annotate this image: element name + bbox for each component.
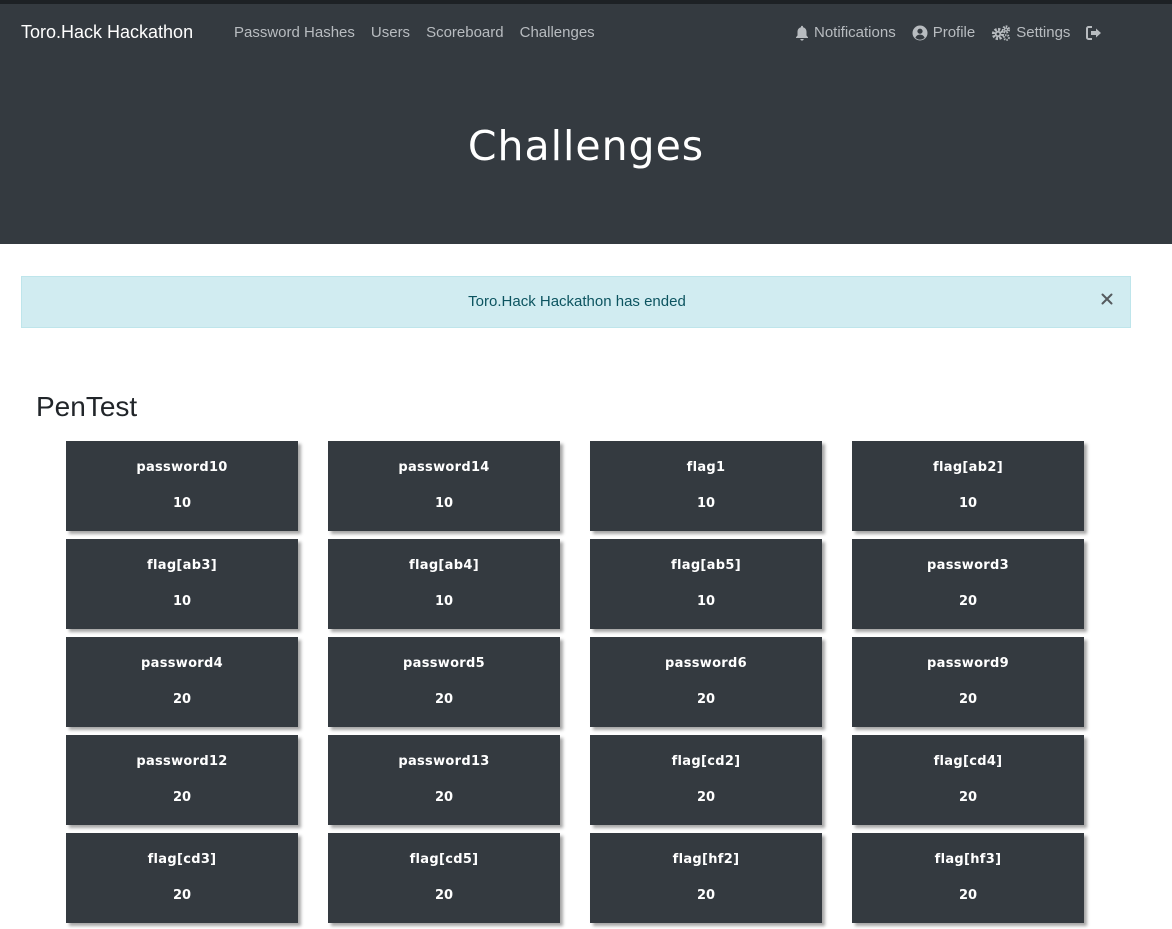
challenge-card[interactable]: flag[hf2] 20: [590, 833, 822, 923]
nav-link-notifications[interactable]: Notifications: [795, 24, 896, 41]
challenge-value: 20: [172, 790, 192, 805]
challenge-card[interactable]: flag[cd4] 20: [852, 735, 1084, 825]
challenge-value: 20: [172, 692, 192, 707]
nav-notifications-label: Notifications: [814, 24, 896, 41]
challenge-name: password3: [927, 558, 1009, 573]
challenge-card[interactable]: password9 20: [852, 637, 1084, 727]
challenge-value: 20: [172, 888, 192, 903]
navbar: Toro.Hack Hackathon Password Hashes User…: [0, 4, 1172, 244]
challenge-card[interactable]: flag[hf3] 20: [852, 833, 1084, 923]
alert-message: Toro.Hack Hackathon has ended: [468, 293, 686, 310]
challenge-card[interactable]: flag[cd3] 20: [66, 833, 298, 923]
challenge-name: password6: [665, 656, 747, 671]
challenge-value: 20: [434, 888, 454, 903]
challenge-card[interactable]: password12 20: [66, 735, 298, 825]
category-title: PenTest: [36, 391, 138, 422]
challenge-name: password14: [398, 460, 490, 475]
challenge-value: 20: [958, 790, 978, 805]
challenge-value: 10: [434, 594, 454, 609]
challenge-value: 10: [958, 496, 978, 511]
challenge-card[interactable]: password13 20: [328, 735, 560, 825]
challenge-value: 10: [172, 496, 192, 511]
nav-link-settings[interactable]: Settings: [991, 24, 1070, 41]
nav-link-challenges[interactable]: Challenges: [520, 24, 595, 41]
challenge-name: flag[hf2]: [672, 852, 740, 867]
nav-link-profile[interactable]: Profile: [912, 24, 976, 41]
nav-left-links: Password Hashes Users Scoreboard Challen…: [234, 24, 611, 41]
challenge-card[interactable]: flag[cd5] 20: [328, 833, 560, 923]
nav-link-users[interactable]: Users: [371, 24, 410, 41]
user-circle-icon: [912, 25, 928, 40]
nav-link-scoreboard[interactable]: Scoreboard: [426, 24, 504, 41]
challenge-name: flag1: [686, 460, 726, 475]
alert-banner: Toro.Hack Hackathon has ended: [21, 276, 1131, 328]
challenge-card[interactable]: password10 10: [66, 441, 298, 531]
close-icon[interactable]: [1098, 290, 1116, 308]
challenge-value: 20: [958, 888, 978, 903]
challenge-value: 10: [434, 496, 454, 511]
challenge-value: 20: [958, 692, 978, 707]
nav-link-password-hashes[interactable]: Password Hashes: [234, 24, 355, 41]
brand-link[interactable]: Toro.Hack Hackathon: [21, 22, 193, 43]
challenge-card[interactable]: flag[cd2] 20: [590, 735, 822, 825]
challenge-name: flag[cd4]: [933, 754, 1003, 769]
nav-right-links: Notifications Profile Settings: [795, 24, 1124, 41]
challenge-value: 20: [434, 692, 454, 707]
challenge-card[interactable]: flag[ab3] 10: [66, 539, 298, 629]
challenge-card[interactable]: flag1 10: [590, 441, 822, 531]
challenge-name: flag[cd5]: [409, 852, 479, 867]
challenge-card[interactable]: flag[ab4] 10: [328, 539, 560, 629]
challenge-card[interactable]: password3 20: [852, 539, 1084, 629]
challenge-value: 20: [696, 692, 716, 707]
challenge-value: 10: [696, 496, 716, 511]
challenge-name: password9: [927, 656, 1009, 671]
challenge-card[interactable]: password4 20: [66, 637, 298, 727]
challenge-card[interactable]: flag[ab2] 10: [852, 441, 1084, 531]
challenge-value: 20: [696, 888, 716, 903]
challenge-name: flag[hf3]: [934, 852, 1002, 867]
challenge-card[interactable]: password5 20: [328, 637, 560, 727]
nav-profile-label: Profile: [932, 24, 976, 41]
challenge-value: 20: [434, 790, 454, 805]
challenge-name: password12: [136, 754, 228, 769]
challenge-card[interactable]: password14 10: [328, 441, 560, 531]
challenge-name: flag[cd2]: [671, 754, 741, 769]
challenge-name: password10: [136, 460, 228, 475]
challenge-name: flag[ab2]: [933, 460, 1003, 475]
challenge-value: 10: [172, 594, 192, 609]
challenge-name: flag[ab4]: [409, 558, 479, 573]
challenge-value: 20: [958, 594, 978, 609]
challenge-card[interactable]: flag[ab5] 10: [590, 539, 822, 629]
challenge-name: password4: [141, 656, 223, 671]
page-title: Challenges: [467, 122, 705, 170]
bell-icon: [796, 25, 808, 41]
sign-out-icon: [1086, 25, 1102, 40]
challenge-grid: password10 10 password14 10 flag1 10 flag[a…: [66, 441, 1084, 923]
challenge-value: 20: [696, 790, 716, 805]
challenge-name: flag[ab3]: [147, 558, 217, 573]
gears-icon: [992, 24, 1011, 41]
challenge-name: password13: [398, 754, 490, 769]
challenge-value: 10: [696, 594, 716, 609]
challenge-card[interactable]: password6 20: [590, 637, 822, 727]
nav-link-logout[interactable]: [1086, 25, 1108, 40]
challenge-name: password5: [403, 656, 485, 671]
nav-settings-label: Settings: [1016, 24, 1071, 41]
challenge-name: flag[ab5]: [671, 558, 741, 573]
challenge-name: flag[cd3]: [147, 852, 217, 867]
